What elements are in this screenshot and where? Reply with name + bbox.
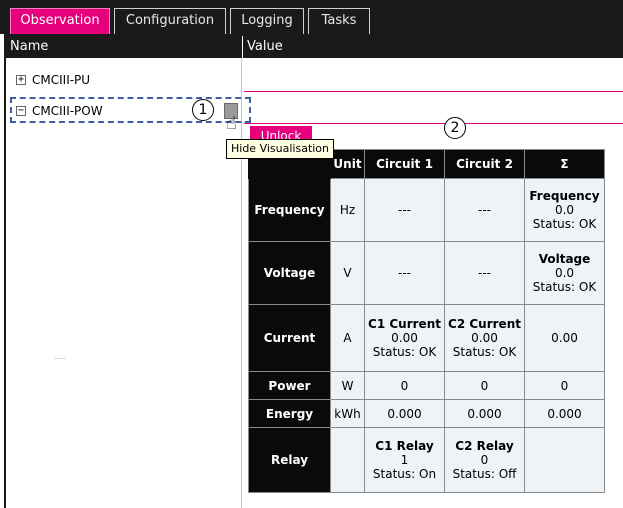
sum-cell: 0.00	[524, 304, 605, 372]
c1-title: C1 Current	[368, 317, 441, 331]
sum-title: Voltage	[538, 252, 591, 266]
column-header-value[interactable]: Value	[243, 36, 623, 58]
circuit-2-cell: 0.000	[444, 399, 525, 428]
measurement-table: Unit Circuit 1 Circuit 2 Σ Frequency Hz …	[248, 149, 605, 493]
column-header-name[interactable]: Name	[6, 36, 242, 58]
table-row-relay: Relay C1 Relay 1 Status: On C2 Relay 0 S…	[248, 427, 605, 493]
row-separator	[244, 91, 623, 92]
unit-cell: Hz	[330, 178, 365, 242]
header-unit: Unit	[330, 149, 365, 179]
expand-icon[interactable]: +	[16, 75, 26, 85]
c2-title: C2 Relay	[455, 439, 514, 453]
tree-item-cmciii-pu[interactable]: + CMCIII-PU	[6, 69, 242, 91]
c2-value: 0.00	[471, 331, 498, 345]
sum-cell: Frequency 0.0 Status: OK	[524, 178, 605, 242]
c2-status: Status: Off	[452, 467, 517, 481]
unit-cell: V	[330, 241, 365, 305]
tab-logging[interactable]: Logging	[230, 8, 304, 34]
sum-cell: 0.000	[524, 399, 605, 428]
header-circuit-2: Circuit 2	[444, 149, 525, 179]
tab-bar: Observation Configuration Logging Tasks	[0, 0, 623, 34]
sum-cell: Voltage 0.0 Status: OK	[524, 241, 605, 305]
circuit-2-cell: ---	[444, 241, 525, 305]
unit-cell: A	[330, 304, 365, 372]
sum-status: Status: OK	[532, 217, 597, 231]
tree-item-label: CMCIII-PU	[32, 73, 91, 87]
row-separator	[244, 123, 623, 124]
table-row-energy: Energy kWh 0.000 0.000 0.000	[248, 399, 605, 428]
circuit-2-cell: C2 Current 0.00 Status: OK	[444, 304, 525, 372]
circuit-1-cell: C1 Current 0.00 Status: OK	[364, 304, 445, 372]
circuit-1-cell: 0.000	[364, 399, 445, 428]
header-sum-icon: Σ	[524, 149, 605, 179]
callout-1: 1	[192, 99, 214, 121]
c2-title: C2 Current	[448, 317, 521, 331]
tooltip: Hide Visualisation	[226, 139, 335, 159]
c1-value: 0.00	[391, 331, 418, 345]
table-row-current: Current A C1 Current 0.00 Status: OK C2 …	[248, 304, 605, 372]
circuit-1-cell: 0	[364, 371, 445, 400]
c1-status: Status: OK	[372, 345, 437, 359]
tab-tasks[interactable]: Tasks	[308, 8, 370, 34]
c1-title: C1 Relay	[375, 439, 434, 453]
tab-configuration[interactable]: Configuration	[114, 8, 226, 34]
circuit-2-cell: ---	[444, 178, 525, 242]
sum-title: Frequency	[529, 189, 600, 203]
c1-status: Status: On	[372, 467, 437, 481]
row-label: Voltage	[248, 241, 331, 305]
unit-cell: kWh	[330, 399, 365, 428]
c2-value: 0	[480, 453, 489, 467]
sum-cell	[524, 427, 605, 493]
circuit-2-cell: 0	[444, 371, 525, 400]
hand-cursor-icon: ☝	[226, 113, 237, 134]
sum-status: Status: OK	[532, 280, 597, 294]
sum-value: 0.0	[554, 203, 575, 217]
sum-cell: 0	[524, 371, 605, 400]
c2-status: Status: OK	[452, 345, 517, 359]
circuit-2-cell: C2 Relay 0 Status: Off	[444, 427, 525, 493]
row-label: Energy	[248, 399, 331, 428]
table-row-voltage: Voltage V --- --- Voltage 0.0 Status: OK	[248, 241, 605, 305]
circuit-1-cell: C1 Relay 1 Status: On	[364, 427, 445, 493]
row-label: Relay	[248, 427, 331, 493]
tab-observation[interactable]: Observation	[10, 8, 110, 34]
row-label: Frequency	[248, 178, 331, 242]
row-label: Power	[248, 371, 331, 400]
header-circuit-1: Circuit 1	[364, 149, 445, 179]
c1-value: 1	[400, 453, 409, 467]
table-row-power: Power W 0 0 0	[248, 371, 605, 400]
sum-value: 0.0	[554, 266, 575, 280]
callout-2: 2	[444, 117, 466, 139]
circuit-1-cell: ---	[364, 178, 445, 242]
selection-focus-box	[10, 97, 251, 123]
circuit-1-cell: ---	[364, 241, 445, 305]
divider	[54, 358, 66, 359]
table-row-frequency: Frequency Hz --- --- Frequency 0.0 Statu…	[248, 178, 605, 242]
unit-cell	[330, 427, 365, 493]
row-label: Current	[248, 304, 331, 372]
unit-cell: W	[330, 371, 365, 400]
